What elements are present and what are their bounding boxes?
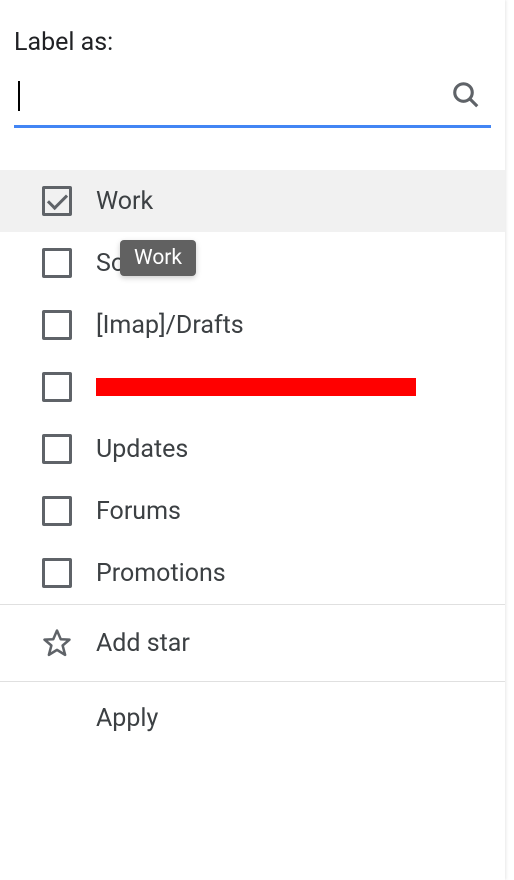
label-item-social[interactable]: Social xyxy=(0,232,505,294)
checkbox-social[interactable] xyxy=(42,248,72,278)
checkbox-forums[interactable] xyxy=(42,496,72,526)
redacted-bar xyxy=(96,378,416,396)
label-text: Promotions xyxy=(96,559,226,588)
checkbox-imap-drafts[interactable] xyxy=(42,310,72,340)
checkbox-promotions[interactable] xyxy=(42,558,72,588)
label-text: Updates xyxy=(96,435,188,464)
add-star-action[interactable]: Add star xyxy=(0,605,505,681)
text-cursor xyxy=(18,81,20,111)
label-item-work[interactable]: Work xyxy=(0,170,505,232)
search-icon[interactable] xyxy=(441,80,491,114)
label-text: [Imap]/Drafts xyxy=(96,311,244,340)
label-item-imap-drafts[interactable]: [Imap]/Drafts xyxy=(0,294,505,356)
label-as-title: Label as: xyxy=(14,28,491,57)
tooltip-work: Work xyxy=(120,240,196,276)
label-list: Work Social [Imap]/Drafts Updates Forums… xyxy=(0,170,505,604)
label-item-updates[interactable]: Updates xyxy=(0,418,505,480)
label-text: Work xyxy=(96,187,153,216)
label-item-forums[interactable]: Forums xyxy=(0,480,505,542)
checkbox-updates[interactable] xyxy=(42,434,72,464)
checkbox-redacted[interactable] xyxy=(42,372,72,402)
add-star-label: Add star xyxy=(96,629,190,658)
star-icon xyxy=(42,627,72,659)
label-item-promotions[interactable]: Promotions xyxy=(0,542,505,604)
apply-action[interactable]: Apply xyxy=(0,682,505,755)
label-item-redacted[interactable] xyxy=(0,356,505,418)
search-input[interactable] xyxy=(14,75,441,119)
label-text: Forums xyxy=(96,497,181,526)
search-field-wrapper[interactable] xyxy=(14,75,491,128)
checkbox-work[interactable] xyxy=(42,186,72,216)
apply-label: Apply xyxy=(96,704,158,733)
